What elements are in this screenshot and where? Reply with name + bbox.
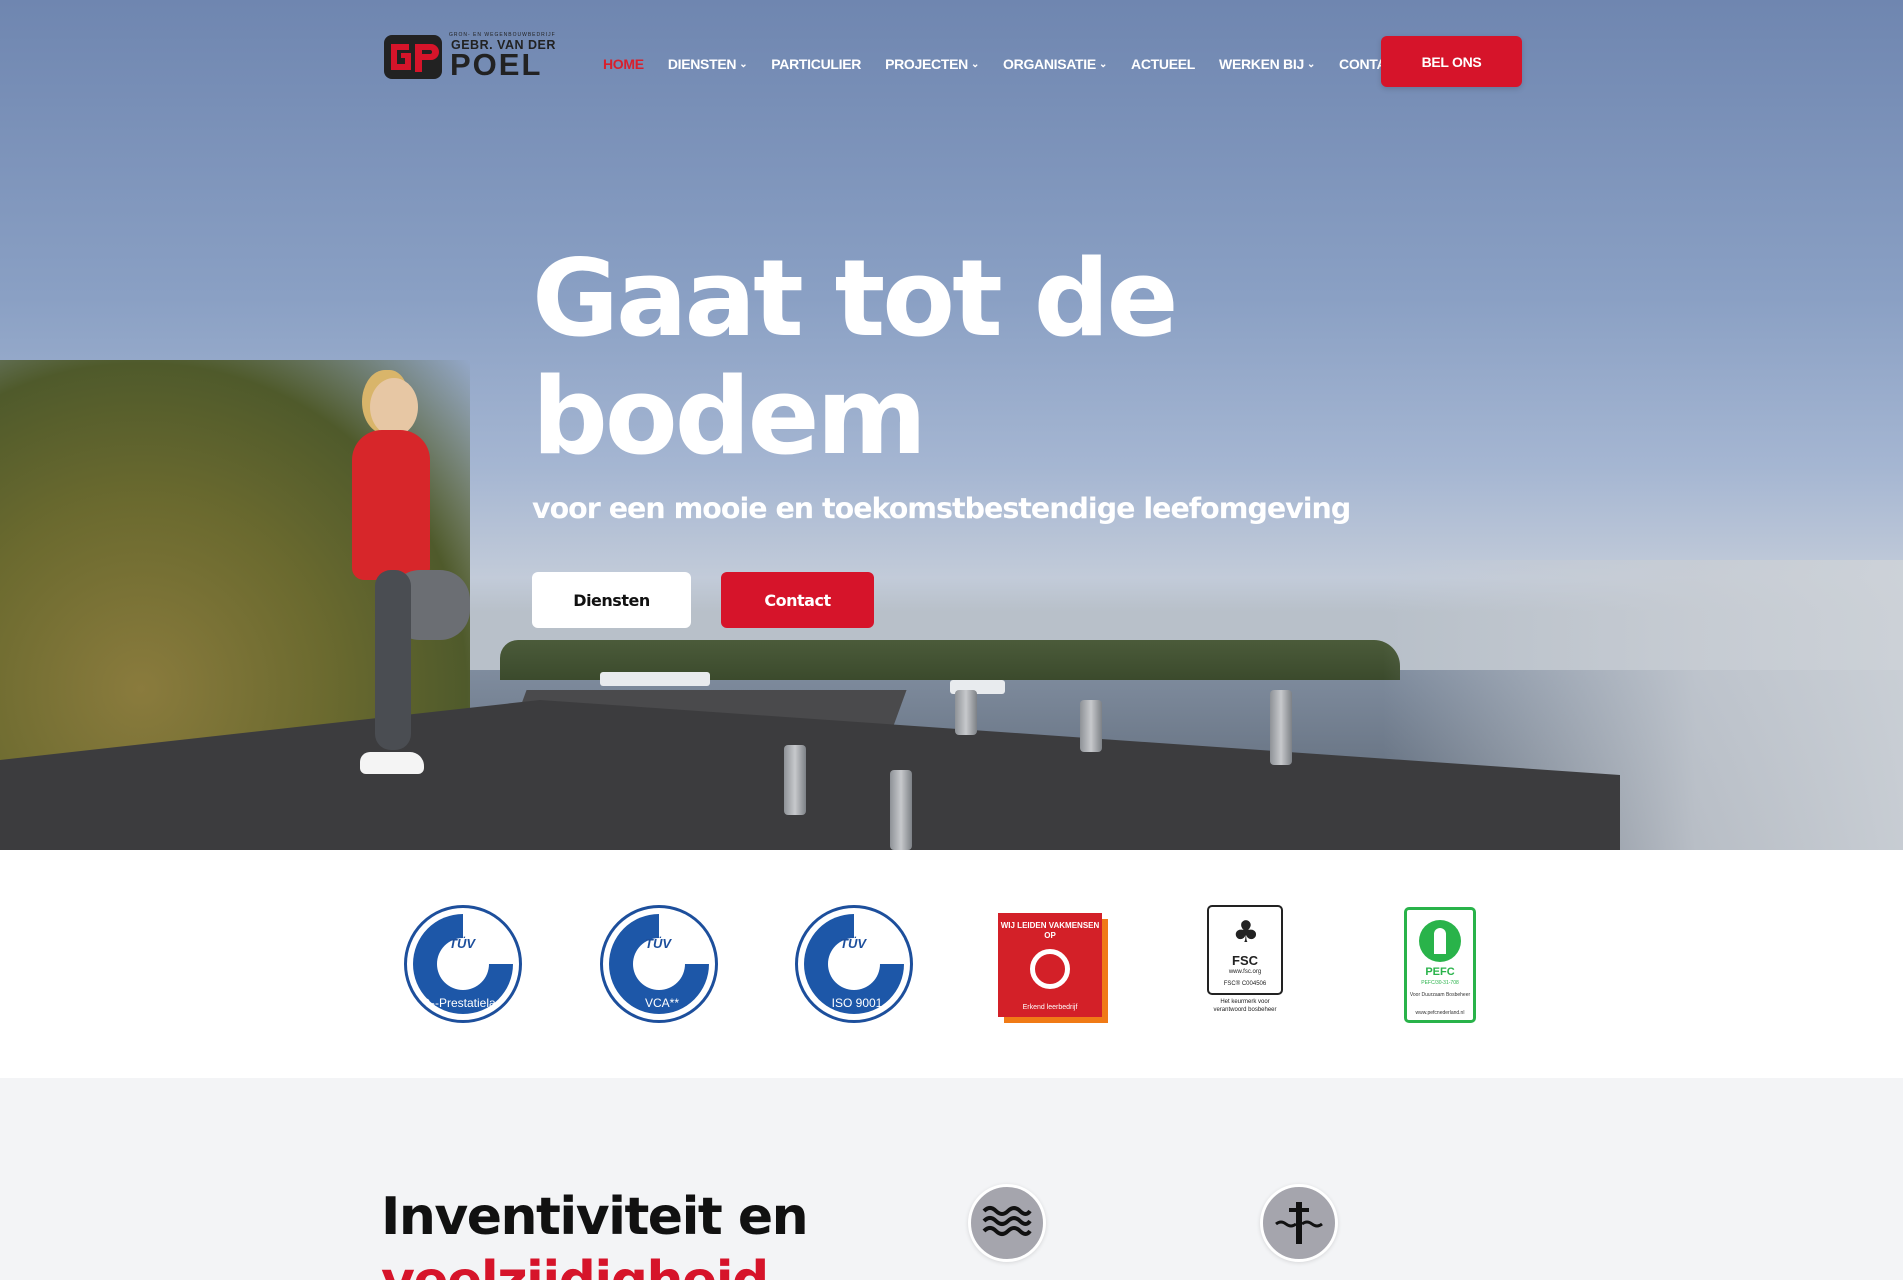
cert-label: CO₂-Prestatieladder — [412, 996, 520, 1010]
pefc-logo-icon: PEFC PEFC/30-31-708 Voor Duurzaam Bosbeh… — [1404, 907, 1476, 1023]
cert-brand: TÜV — [840, 936, 866, 951]
cert-code: PEFC/30-31-708 — [1421, 980, 1459, 986]
cert-name: PEFC — [1425, 966, 1455, 978]
hero-post — [890, 770, 912, 850]
fsc-logo-icon: ♣ FSC www.fsc.org FSC® C004506 Het keurm… — [1207, 905, 1283, 1014]
cert-bottom-text: Erkend leerbedrijf — [1022, 1004, 1078, 1011]
cert-brand: TÜV — [645, 936, 671, 951]
service-water-button[interactable] — [968, 1184, 1046, 1262]
cert-url: www.fsc.org — [1228, 969, 1262, 975]
logo-name-main: POEL — [450, 47, 543, 82]
nav-label: ORGANISATIE — [1003, 56, 1096, 72]
cert-url: www.pefcnederland.nl — [1415, 1010, 1465, 1016]
gp-logo-icon — [384, 35, 442, 79]
cert-top-text: WIJ LEIDEN VAKMENSEN OP — [1000, 921, 1100, 940]
nav-item-diensten[interactable]: DIENSTEN ⌄ — [667, 56, 748, 72]
cert-fsc[interactable]: ♣ FSC www.fsc.org FSC® C004506 Het keurm… — [1185, 905, 1305, 1025]
hero-title: Gaat tot de bodem — [532, 240, 1332, 476]
nav-label: PARTICULIER — [771, 56, 862, 72]
hero-post — [1270, 690, 1292, 765]
hero-post — [1080, 700, 1102, 752]
cert-code: FSC® C004506 — [1223, 981, 1267, 987]
service-pile-button[interactable] — [1260, 1184, 1338, 1262]
tuv-co2-badge-icon: TÜV CO₂-Prestatieladder — [404, 905, 522, 1023]
chevron-down-icon: ⌄ — [739, 58, 748, 70]
nav-item-actueel[interactable]: ACTUEEL — [1131, 56, 1195, 72]
hero-post — [955, 690, 977, 735]
nav-label: DIENSTEN — [667, 56, 737, 72]
intro-heading-accent: veelzijdigheid — [381, 1250, 769, 1280]
cert-label: ISO 9001 — [831, 996, 883, 1010]
cert-description: Voor Duurzaam Bosbeheer — [1409, 992, 1471, 998]
chevron-down-icon: ⌄ — [970, 58, 980, 70]
cert-erkend-leerbedrijf[interactable]: WIJ LEIDEN VAKMENSEN OP Erkend leerbedri… — [990, 905, 1110, 1025]
cert-caption: Het keurmerk voor verantwoord bosbeheer — [1213, 999, 1277, 1013]
main-menu: HOME DIENSTEN ⌄ PARTICULIER PROJECTEN ⌄ OR… — [603, 56, 1428, 72]
cert-pefc[interactable]: PEFC PEFC/30-31-708 Voor Duurzaam Bosbeh… — [1380, 905, 1500, 1025]
intro-heading: Inventiviteit en — [381, 1187, 809, 1247]
nav-item-projecten[interactable]: PROJECTEN ⌄ — [885, 56, 979, 72]
hero-title-line: Gaat tot de — [532, 237, 1178, 360]
nav-item-particulier[interactable]: PARTICULIER — [771, 56, 861, 72]
hero-post — [784, 745, 806, 815]
water-waves-icon — [982, 1206, 1032, 1236]
nav-label: PROJECTEN — [885, 56, 968, 72]
chevron-down-icon: ⌄ — [1098, 58, 1108, 70]
tuv-vca-badge-icon: TÜV VCA** — [600, 905, 718, 1023]
top-navigation: GRON- EN WEGENBOUWBEDRIJF GEBR. VAN DER … — [0, 0, 1903, 120]
hero-boat — [600, 672, 710, 686]
diensten-button[interactable]: Diensten — [532, 572, 691, 628]
certifications-bar: TÜV CO₂-Prestatieladder TÜV VCA** TÜV IS… — [0, 850, 1903, 1078]
site-logo[interactable]: GRON- EN WEGENBOUWBEDRIJF GEBR. VAN DER … — [383, 32, 555, 82]
nav-label: WERKEN BIJ — [1219, 56, 1304, 72]
nav-item-organisatie[interactable]: ORGANISATIE ⌄ — [1003, 56, 1107, 72]
cert-co2-prestatieladder[interactable]: TÜV CO₂-Prestatieladder — [404, 905, 524, 1025]
hero-title-line: bodem — [532, 355, 927, 478]
pile-driving-icon — [1275, 1202, 1323, 1244]
cert-iso-9001[interactable]: TÜV ISO 9001 — [795, 905, 915, 1025]
intro-section: Inventiviteit en veelzijdigheid — [0, 1078, 1903, 1280]
cert-vca[interactable]: TÜV VCA** — [600, 905, 720, 1025]
cert-label: VCA** — [644, 996, 679, 1010]
cert-name: FSC — [1232, 953, 1258, 968]
contact-button[interactable]: Contact — [721, 572, 874, 628]
nav-item-werken-bij[interactable]: WERKEN BIJ ⌄ — [1219, 56, 1315, 72]
call-us-button[interactable]: BEL ONS — [1381, 36, 1522, 87]
tree-icon: ♣ — [1232, 915, 1260, 950]
hero-subtitle: voor een mooie en toekomstbestendige lee… — [532, 492, 1351, 525]
nav-item-home[interactable]: HOME — [603, 56, 644, 72]
chevron-down-icon: ⌄ — [1306, 58, 1316, 70]
nav-label: HOME — [603, 56, 644, 72]
tuv-iso-badge-icon: TÜV ISO 9001 — [795, 905, 913, 1023]
erkend-leerbedrijf-icon: WIJ LEIDEN VAKMENSEN OP Erkend leerbedri… — [998, 913, 1102, 1017]
nav-label: ACTUEEL — [1131, 56, 1196, 72]
cert-brand: TÜV — [449, 936, 475, 951]
hero-person — [320, 360, 470, 790]
